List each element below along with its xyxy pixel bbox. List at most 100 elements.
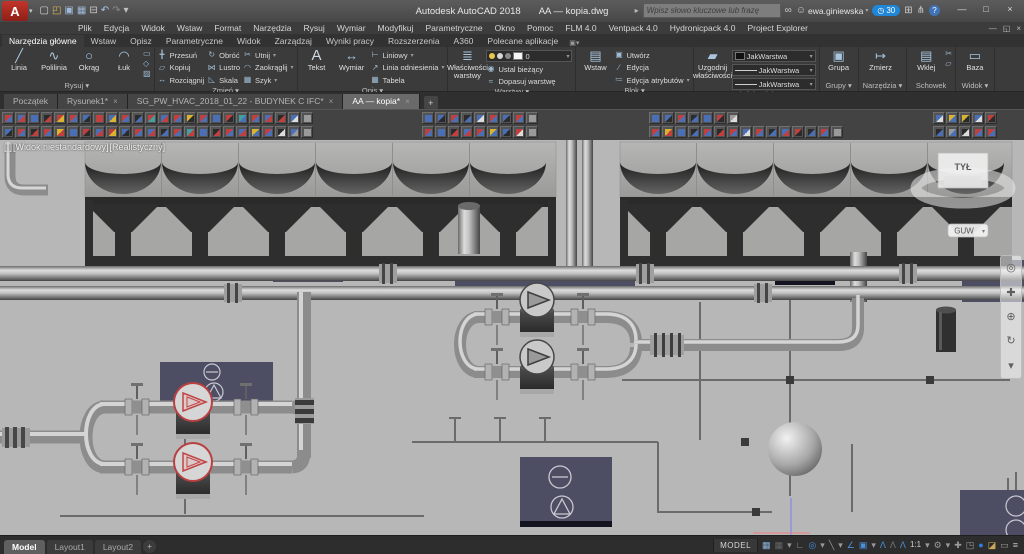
toolbar-button[interactable] (740, 126, 752, 138)
toolbar-button[interactable] (461, 126, 473, 138)
layout-tab-layout2[interactable]: Layout2 (95, 540, 141, 554)
ribbon-tab-polecane-aplikacje[interactable]: Polecane aplikacje (480, 35, 565, 47)
toolbar-button[interactable] (805, 126, 817, 138)
grid-icon[interactable]: ▦ (762, 540, 771, 550)
lineweight-combo[interactable]: JakWarstwa ▾ (732, 64, 816, 76)
menu-edycja[interactable]: Edycja (98, 23, 136, 33)
ribbon-tab-rozszerzenia[interactable]: Rozszerzenia (381, 35, 447, 47)
polar-tracking-icon[interactable]: ◎ (808, 540, 816, 550)
display-icon[interactable]: ▭ (1000, 540, 1009, 550)
ellipse-icon[interactable]: ◇ (143, 60, 151, 68)
toolbar-button[interactable] (158, 112, 170, 124)
mdi-minimize-button[interactable]: — (989, 24, 997, 33)
polyline-button[interactable]: ∿ Polilinia (38, 48, 70, 72)
menu-widok[interactable]: Widok (135, 23, 171, 33)
toolbar-button[interactable] (513, 112, 525, 124)
scale-button[interactable]: ◺Skala (207, 75, 240, 86)
showmotion-icon[interactable]: ▾ (1008, 360, 1014, 372)
toolbar-button[interactable] (28, 126, 40, 138)
doc-tab-sg-pw-hvac-2018-01-22-budynek-c-ifc[interactable]: SG_PW_HVAC_2018_01_22 - BUDYNEK C IFC*× (128, 94, 344, 109)
menu-pomoc[interactable]: Pomoc (521, 23, 559, 33)
menu-hydronicpack-4-0[interactable]: Hydronicpack 4.0 (664, 23, 742, 33)
toolbar-button[interactable] (753, 126, 765, 138)
infocenter-collapse-icon[interactable]: ▸ (635, 6, 639, 15)
toolbar-button[interactable] (448, 126, 460, 138)
ribbon-tab-narzędzia-główne[interactable]: Narzędzia główne (2, 35, 84, 47)
toolbar-button[interactable] (526, 126, 538, 138)
ribbon-tab-wstaw[interactable]: Wstaw (84, 35, 124, 47)
viewport-menu-control[interactable]: [-] (4, 142, 12, 152)
toolbar-button[interactable] (93, 112, 105, 124)
close-tab-icon[interactable]: × (329, 94, 334, 109)
cut-icon[interactable]: ✂ (945, 50, 952, 58)
help-icon[interactable]: ? (929, 5, 940, 16)
close-button[interactable]: × (998, 0, 1022, 18)
toolbar-button[interactable] (67, 112, 79, 124)
undo-icon[interactable]: ↶ (101, 4, 109, 18)
viewcube-ucs-menu[interactable]: GUW (954, 227, 974, 236)
toolbar-button[interactable] (301, 126, 313, 138)
toolbar-button[interactable] (249, 112, 261, 124)
toolbar-button[interactable] (41, 112, 53, 124)
circle-button[interactable]: ○ Okrąg (73, 48, 105, 72)
toolbar-button[interactable] (688, 112, 700, 124)
toolbar-button[interactable] (132, 126, 144, 138)
toolbar-button[interactable] (132, 112, 144, 124)
linetype-combo[interactable]: JakWarstwa ▾ (732, 78, 816, 90)
toolbar-button[interactable] (223, 112, 235, 124)
ribbon-tab-a360[interactable]: A360 (447, 35, 481, 47)
new-layout-button[interactable]: + (143, 540, 156, 553)
match-layer-button[interactable]: ≈Dopasuj warstwę (486, 77, 572, 88)
new-file-icon[interactable]: ▢ (40, 4, 49, 18)
toolbar-button[interactable] (714, 126, 726, 138)
toolbar-button[interactable] (223, 126, 235, 138)
toolbar-button[interactable] (487, 126, 499, 138)
ortho-icon[interactable]: ∟ (796, 540, 805, 550)
graphics-performance-icon[interactable]: ● (978, 540, 983, 550)
annotation-scale-icon[interactable]: Λ (900, 540, 906, 550)
toolbar-button[interactable] (474, 112, 486, 124)
panel-title-schowek[interactable]: Schowek (907, 81, 955, 91)
toolbar-button[interactable] (985, 126, 997, 138)
toolbar-button[interactable] (119, 112, 131, 124)
array-button[interactable]: ▦Szyk▾ (243, 75, 294, 86)
customization-menu-icon[interactable]: ≡ (1013, 540, 1018, 550)
dynamic-input-icon[interactable]: ▣ (859, 540, 868, 550)
toolbar-button[interactable] (649, 112, 661, 124)
toolbar-button[interactable] (145, 126, 157, 138)
save-icon[interactable]: ▣ (64, 4, 73, 18)
toolbar-button[interactable] (435, 126, 447, 138)
snap-mode-icon[interactable]: ▦ (775, 540, 784, 550)
trim-button[interactable]: ✂Utnij▾ (243, 50, 294, 61)
toolbar-button[interactable] (500, 112, 512, 124)
toolbar-button[interactable] (106, 112, 118, 124)
share-icon[interactable]: ⋔ (917, 5, 925, 16)
toolbar-button[interactable] (792, 126, 804, 138)
panel-title-narzedzia[interactable]: Narzędzia ▾ (859, 81, 907, 91)
toolbar-button[interactable] (972, 112, 984, 124)
infocenter-search-input[interactable] (643, 3, 781, 18)
isolate-objects-icon[interactable]: ◳ (966, 540, 975, 550)
toolbar-button[interactable] (933, 126, 945, 138)
ribbon-tab-parametryczne[interactable]: Parametryczne (159, 35, 230, 47)
scale-dropdown-icon[interactable]: ▾ (925, 540, 930, 550)
toolbar-button[interactable] (197, 112, 209, 124)
toolbar-button[interactable] (28, 112, 40, 124)
menu-parametryczne[interactable]: Parametryczne (419, 23, 488, 33)
match-properties-button[interactable]: ▰ Uzgodnij właściwości (697, 48, 729, 80)
toolbar-button[interactable] (197, 126, 209, 138)
app-menu-caret-icon[interactable]: ▾ (29, 7, 33, 15)
menu-plik[interactable]: Plik (72, 23, 98, 33)
toolbar-button[interactable] (262, 112, 274, 124)
layer-select-combo[interactable]: 0 ▾ (486, 50, 572, 62)
toolbar-button[interactable] (526, 112, 538, 124)
toolbar-button[interactable] (171, 112, 183, 124)
toolbar-button[interactable] (67, 126, 79, 138)
ribbon-display-toggle-icon[interactable]: ▣▾ (569, 39, 579, 47)
pan-icon[interactable]: ✚ (1006, 287, 1015, 299)
annotation-autoscale-icon[interactable]: Λ (890, 540, 896, 550)
doc-tab-początek[interactable]: Początek (4, 94, 58, 109)
viewcube-face-label[interactable]: TYŁ (955, 162, 973, 172)
menu-flm-4-0[interactable]: FLM 4.0 (559, 23, 602, 33)
panel-title-widok[interactable]: Widok ▾ (956, 81, 994, 91)
